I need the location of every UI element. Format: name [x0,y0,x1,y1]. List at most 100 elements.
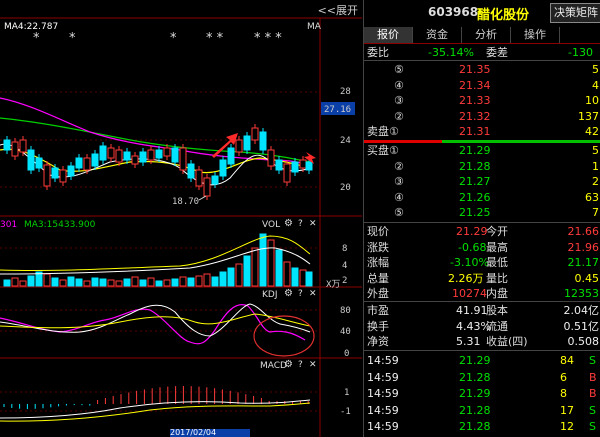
trade-price: 21.28 [459,370,491,384]
decision-matrix-button[interactable]: 决策矩阵 [550,3,600,23]
volume-bar [259,233,267,287]
vol-tick-4: 4 [342,261,347,271]
stat-label: 涨幅 [367,256,389,269]
trade-volume: 12 [560,420,574,433]
volume-bar [147,277,155,287]
stat-value: 12353 [564,287,599,300]
candle [27,149,35,171]
stat-row: 净资 5.31 收益(四) 0.508 [364,334,600,349]
volume-bar [195,275,203,287]
volume-bar [211,276,219,287]
ask-volume: 42 [585,125,599,138]
stat-row: 涨幅 -3.10% 最低 21.17 [364,255,600,270]
ask-row: ② 21.32 137 [364,109,600,124]
stat-value: 0.45 [574,271,600,285]
bid-price: 21.28 [459,159,491,173]
stat-value: 5.31 [456,335,481,348]
ma4-label: MA4:22.787 [4,22,59,32]
kline-chart[interactable]: 27.16 28 24 20 8 4 2 X万 80 40 0 1 -1 18.… [0,0,362,437]
candle [259,131,267,151]
kdj-close-icon[interactable]: ✕ [309,289,317,299]
stat-value: 10274 [452,287,487,300]
trade-row: 14:59 21.28 17 S [364,403,600,418]
star-mark-1: * [33,31,40,46]
vol-ma3-label: MA3:15433.900 [24,220,96,230]
candle [195,169,203,187]
volume-bar [267,239,275,287]
macd-close-icon[interactable]: ✕ [309,360,317,370]
bid-row: ④ 21.26 63 [364,190,600,205]
trade-volume: 6 [560,370,567,384]
volume-bar [59,279,67,287]
stat-label: 收益(四) [486,335,528,348]
ask-price: 21.35 [459,63,491,76]
kline-svg[interactable]: 27.16 28 24 20 8 4 2 X万 80 40 0 1 -1 18.… [0,0,362,437]
candle [219,159,227,177]
candle [123,151,131,161]
vol-title: VOL [262,220,281,230]
volume-bar [219,271,227,287]
ask-volume: 5 [592,63,599,76]
trade-price: 21.28 [459,403,491,417]
bid-volume: 1 [592,159,599,173]
tab-funds[interactable]: 资金 [413,27,462,43]
volume-bar [83,280,91,287]
stat-label: 今开 [486,225,508,238]
candle [163,147,171,157]
stat-row: 现价 21.29 今开 21.66 [364,224,600,239]
stat-value: 2.26万 [448,271,484,285]
macd-gear-icon[interactable]: ⚙ [284,359,293,370]
vol-gear-icon[interactable]: ⚙ [284,218,293,229]
candle [267,149,275,167]
ask-volume: 137 [578,109,599,123]
candle [299,159,307,169]
vol-close-icon[interactable]: ✕ [309,219,317,229]
stat-label: 最高 [486,240,508,254]
bid-price: 21.27 [459,175,491,188]
bid-level-label: ③ [394,175,404,188]
macd-help-icon[interactable]: ? [298,360,303,370]
candle [179,147,187,171]
stat-label: 内盘 [486,287,508,300]
tab-operate[interactable]: 操作 [511,27,560,43]
kdj-gear-icon[interactable]: ⚙ [284,288,293,299]
stat-label: 外盘 [367,287,389,300]
volume-bar [27,275,35,287]
vol-tick-8: 8 [342,244,347,254]
bid-level-label: ② [394,159,404,173]
kdj-help-icon[interactable]: ? [298,289,303,299]
volume-bar [139,279,147,287]
volume-bar [291,267,299,287]
macd-tick-neg1: -1 [340,407,351,417]
kdj-tick-40: 40 [340,327,351,337]
vol-help-icon[interactable]: ? [298,219,303,229]
ask-price: 21.34 [459,78,491,92]
volume-bar [91,277,99,287]
trade-volume: 17 [560,403,574,417]
bid-price: 21.25 [459,206,491,219]
ask-price: 21.33 [459,94,491,107]
ask-row: ④ 21.34 4 [364,78,600,93]
tab-analysis[interactable]: 分析 [462,27,511,43]
volume-bar [3,279,11,287]
stock-name: 醋化股份 [477,8,530,23]
stat-value: 41.91 [456,304,488,317]
chart-topbar: <<展开 [0,0,362,18]
ask-level-label: 卖盘① [367,125,399,138]
bid-volume: 63 [585,190,599,204]
bid-volume: 5 [592,144,599,157]
candle [83,157,91,171]
stat-label: 总量 [367,271,389,285]
quote-header: 603968 醋化股份 决策矩阵 [364,0,600,26]
volume-bar [227,267,235,287]
volume-bar [305,271,313,287]
candle [171,147,179,163]
volume-bar [235,263,243,287]
kdj-tick-80: 80 [340,306,351,316]
weibi-row: 委比 -35.14% 委差 -130 [364,45,600,60]
ask-row: ③ 21.33 10 [364,93,600,108]
candle [275,159,283,171]
tab-quote[interactable]: 报价 [364,27,413,43]
expand-button[interactable]: <<展开 [318,2,358,18]
volume-bar [179,276,187,287]
